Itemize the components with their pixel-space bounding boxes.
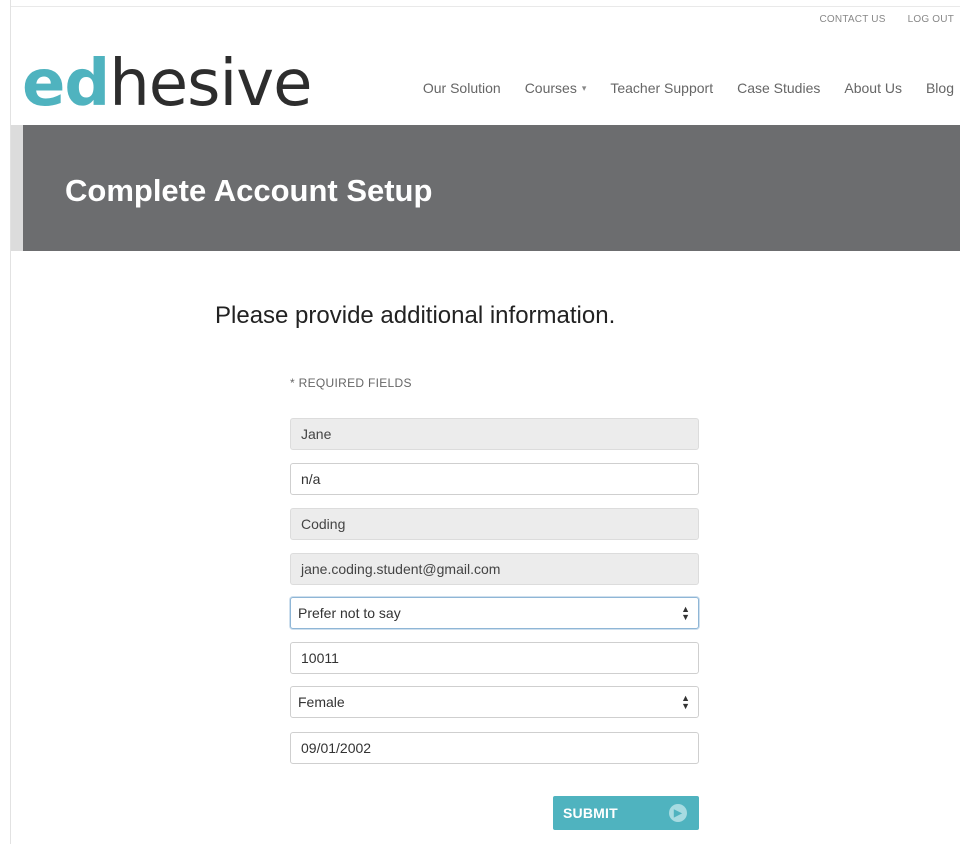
nav-about-us[interactable]: About Us bbox=[844, 80, 902, 96]
logo-ed: ed bbox=[22, 47, 110, 121]
utility-nav: CONTACT US LOG OUT bbox=[820, 14, 954, 25]
gender-select[interactable]: Female ▲ ▼ bbox=[290, 686, 699, 718]
updown-arrows-icon: ▲ ▼ bbox=[681, 604, 690, 622]
email-value: jane.coding.student@gmail.com bbox=[301, 561, 501, 577]
zip-code-field[interactable]: 10011 bbox=[290, 642, 699, 674]
birthdate-value: 09/01/2002 bbox=[301, 740, 372, 756]
first-name-field[interactable]: Jane bbox=[290, 418, 699, 450]
last-name-field[interactable]: Coding bbox=[290, 508, 699, 540]
page-frame-top bbox=[10, 6, 960, 7]
required-fields-note: * REQUIRED FIELDS bbox=[290, 376, 412, 390]
page-banner: Complete Account Setup bbox=[23, 125, 960, 251]
email-field[interactable]: jane.coding.student@gmail.com bbox=[290, 553, 699, 585]
first-name-value: Jane bbox=[301, 426, 332, 442]
log-out-link[interactable]: LOG OUT bbox=[908, 14, 954, 25]
middle-name-value: n/a bbox=[301, 471, 321, 487]
logo-hesive: hesive bbox=[109, 47, 312, 121]
main-nav: Our Solution Courses ▾ Teacher Support C… bbox=[423, 80, 954, 96]
page-title: Complete Account Setup bbox=[65, 173, 433, 208]
nav-courses-label: Courses bbox=[524, 80, 577, 96]
caret-down-icon: ▾ bbox=[581, 82, 587, 93]
nav-our-solution[interactable]: Our Solution bbox=[423, 80, 501, 96]
banner-edge bbox=[11, 125, 23, 251]
last-name-value: Coding bbox=[301, 516, 346, 532]
updown-arrows-icon: ▲ ▼ bbox=[681, 693, 690, 711]
nav-blog[interactable]: Blog bbox=[926, 80, 954, 96]
arrow-right-circle-icon: ▶ bbox=[669, 804, 687, 822]
form-subtitle: Please provide additional information. bbox=[215, 302, 616, 329]
nav-courses[interactable]: Courses ▾ bbox=[525, 80, 587, 96]
contact-us-link[interactable]: CONTACT US bbox=[820, 14, 886, 25]
preference-select[interactable]: Prefer not to say ▲ ▼ bbox=[290, 597, 699, 629]
submit-button[interactable]: SUBMIT ▶ bbox=[553, 796, 699, 830]
nav-case-studies[interactable]: Case Studies bbox=[737, 80, 820, 96]
preference-select-value: Prefer not to say bbox=[298, 605, 401, 621]
birthdate-field[interactable]: 09/01/2002 bbox=[290, 732, 699, 764]
nav-teacher-support[interactable]: Teacher Support bbox=[610, 80, 713, 96]
middle-name-field[interactable]: n/a bbox=[290, 463, 699, 495]
gender-select-value: Female bbox=[298, 694, 345, 710]
submit-label: SUBMIT bbox=[563, 805, 618, 821]
zip-code-value: 10011 bbox=[301, 650, 339, 666]
edhesive-logo[interactable]: edhesive bbox=[22, 44, 313, 124]
